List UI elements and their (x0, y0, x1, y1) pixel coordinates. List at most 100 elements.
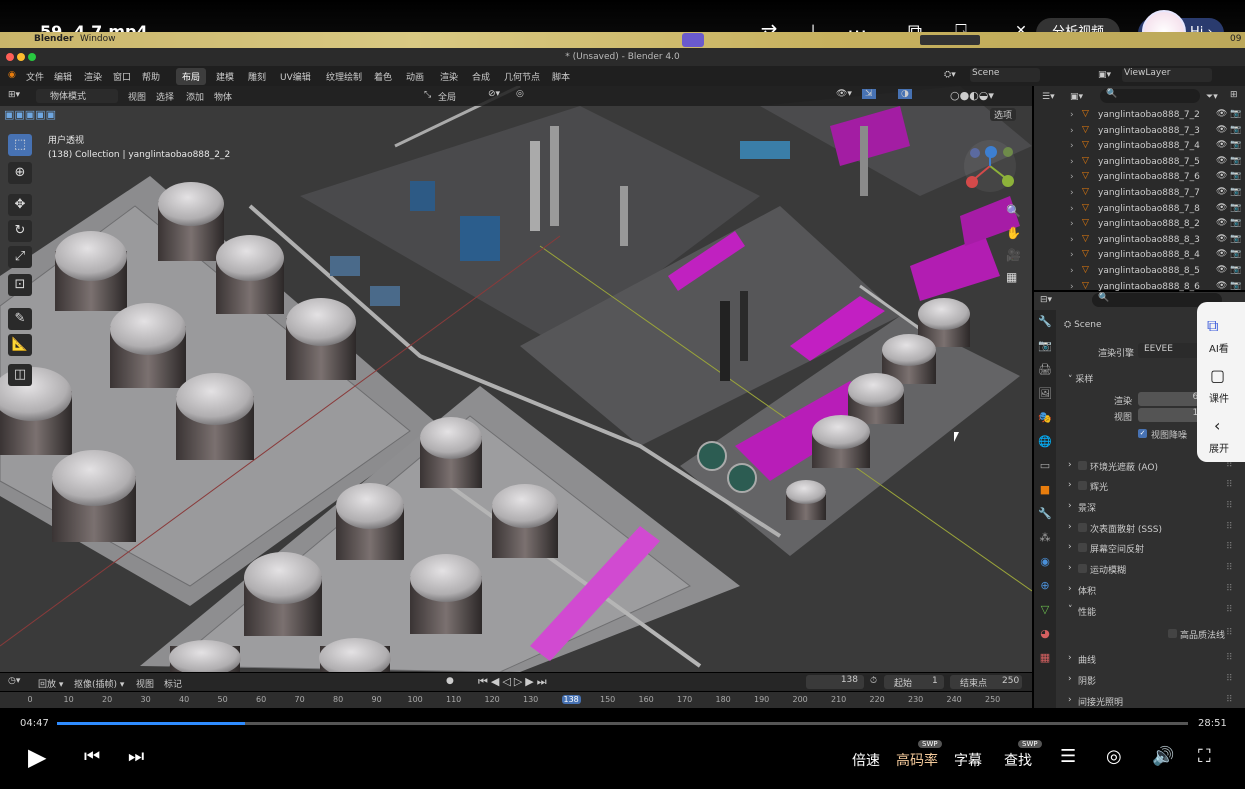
vp-menu-add[interactable]: 添加 (186, 90, 204, 103)
expand-arrow-icon[interactable]: › (1070, 282, 1074, 292)
property-section[interactable]: › 次表面散射 (SSS) ⠿ (1064, 522, 1244, 542)
subtitles-button[interactable]: 字幕 (954, 750, 982, 770)
ai-watch-icon[interactable]: ⧉ (1207, 316, 1218, 336)
vp-menu-select[interactable]: 选择 (156, 90, 174, 103)
outliner-item[interactable]: › ▽ yanglintaobao888_7_7 👁 📷 (1034, 186, 1245, 202)
select-box-icon[interactable]: ⬚ (8, 134, 32, 156)
start-frame-field[interactable]: 起始 1 (884, 675, 944, 689)
outliner-item[interactable]: › ▽ yanglintaobao888_8_3 👁 📷 (1034, 233, 1245, 249)
vp-menu-view[interactable]: 视图 (128, 90, 146, 103)
rotate-icon[interactable]: ↻ (8, 220, 32, 242)
tab-rendering[interactable]: 渲染 (440, 70, 458, 83)
transform-orientation[interactable]: 全局 (438, 90, 456, 103)
outliner-item[interactable]: › ▽ yanglintaobao888_7_2 👁 📷 (1034, 108, 1245, 124)
modifier-tab-icon[interactable]: 🔧 (1034, 502, 1056, 526)
world-tab-icon[interactable]: 🌐 (1034, 430, 1056, 454)
visibility-eye-icon[interactable]: 👁 (1216, 140, 1227, 150)
window-zoom-button[interactable] (28, 53, 36, 61)
property-section[interactable]: › 体积 ⠿ (1064, 584, 1244, 604)
outliner-item[interactable]: › ▽ yanglintaobao888_7_6 👁 📷 (1034, 170, 1245, 186)
property-section[interactable]: › 阴影 ⠿ (1064, 674, 1244, 694)
drag-handle-icon[interactable]: ⠿ (1226, 584, 1233, 594)
zoom-icon[interactable]: 🔍 (1006, 200, 1021, 222)
marker-menu[interactable]: 标记 (164, 677, 182, 690)
snap-icon[interactable]: ⊘▾ (488, 89, 500, 99)
options-dropdown[interactable]: 选项 (990, 108, 1017, 121)
camera-icon[interactable]: 🎥 (1006, 244, 1021, 266)
section-checkbox[interactable] (1078, 523, 1087, 532)
outliner-item[interactable]: › ▽ yanglintaobao888_7_8 👁 📷 (1034, 202, 1245, 218)
property-section[interactable]: › 景深 ⠿ (1064, 501, 1244, 521)
end-frame-field[interactable]: 结束点 250 (950, 675, 1022, 689)
bitrate-button[interactable]: SWP 高码率 (896, 740, 942, 770)
loop-icon[interactable]: ◎ (1106, 746, 1122, 767)
visibility-eye-icon[interactable]: 👁 (1216, 203, 1227, 213)
menu-window[interactable]: 窗口 (113, 70, 131, 83)
expand-arrow-icon[interactable]: › (1070, 266, 1074, 276)
expand-arrow-icon[interactable]: › (1070, 110, 1074, 120)
timeline-type-icon[interactable]: ◷▾ (8, 676, 20, 686)
tab-compositing[interactable]: 合成 (472, 70, 490, 83)
render-camera-icon[interactable]: 📷 (1230, 265, 1241, 275)
drag-handle-icon[interactable]: ⠿ (1226, 501, 1233, 511)
scene-selector-icon[interactable]: ⛭▾ (944, 70, 956, 80)
menu-help[interactable]: 帮助 (142, 70, 160, 83)
expand-arrow-icon[interactable]: › (1070, 235, 1074, 245)
visibility-eye-icon[interactable]: 👁 (1216, 218, 1227, 228)
volume-icon[interactable]: 🔊 (1152, 746, 1174, 767)
view-layer-tab-icon[interactable]: 🖼 (1034, 382, 1056, 406)
drag-handle-icon[interactable]: ⠿ (1226, 605, 1233, 615)
property-section[interactable]: › 曲线 ⠿ (1064, 653, 1244, 673)
material-tab-icon[interactable]: ◕ (1034, 622, 1056, 646)
outliner-item[interactable]: › ▽ yanglintaobao888_8_2 👁 📷 (1034, 217, 1245, 233)
next-icon[interactable]: ⏭ (128, 746, 144, 767)
section-checkbox[interactable] (1078, 543, 1087, 552)
tab-modeling[interactable]: 建模 (216, 70, 234, 83)
object-tab-icon[interactable]: ■ (1034, 478, 1056, 502)
overlay-toggle-icon[interactable]: ◑ (898, 89, 912, 99)
tool-tab-icon[interactable]: 🔧 (1034, 310, 1056, 334)
expand-chevron-icon[interactable]: ‹ (1214, 416, 1220, 435)
annotate-icon[interactable]: ✎ (8, 308, 32, 330)
drag-handle-icon[interactable]: ⠿ (1226, 480, 1233, 490)
courseware-icon[interactable]: ▢ (1210, 366, 1225, 385)
editor-type-icon[interactable]: ⊞▾ (8, 90, 20, 100)
measure-icon[interactable]: 📐 (8, 334, 32, 356)
sampling-header[interactable]: ˅ 采样 (1068, 372, 1093, 385)
drag-handle-icon[interactable]: ⠿ (1226, 542, 1233, 552)
new-collection-icon[interactable]: ⊞ (1230, 90, 1238, 100)
drag-handle-icon[interactable]: ⠿ (1226, 563, 1233, 573)
pan-hand-icon[interactable]: ✋ (1006, 222, 1021, 244)
shading-modes-icon[interactable]: ○●◐◒▾ (950, 89, 994, 102)
drag-handle-icon[interactable]: ⠿ (1226, 653, 1233, 663)
collection-tab-icon[interactable]: ▭ (1034, 454, 1056, 478)
property-section[interactable]: 高品质法线 ⠿ (1064, 628, 1244, 648)
playback-controls-icon[interactable]: ⏮◀◁▷▶⏭ (478, 675, 550, 689)
scale-icon[interactable]: ⤢ (8, 246, 32, 268)
menu-file[interactable]: 文件 (26, 70, 44, 83)
visibility-eye-icon[interactable]: 👁 (1216, 265, 1227, 275)
properties-type-icon[interactable]: ⊟▾ (1040, 295, 1052, 305)
mac-window-menu[interactable]: Window (80, 34, 116, 44)
visibility-eye-icon[interactable]: 👁 (1216, 187, 1227, 197)
render-camera-icon[interactable]: 📷 (1230, 156, 1241, 166)
tab-shading[interactable]: 着色 (374, 70, 392, 83)
expand-arrow-icon[interactable]: › (1070, 219, 1074, 229)
record-icon[interactable]: ● (446, 676, 454, 686)
ai-watch-button[interactable]: AI看 (1209, 340, 1229, 355)
expand-arrow-icon[interactable]: › (1070, 141, 1074, 151)
move-icon[interactable]: ✥ (8, 194, 32, 216)
outliner-item[interactable]: › ▽ yanglintaobao888_7_5 👁 📷 (1034, 155, 1245, 171)
visibility-icon[interactable]: 👁▾ (836, 89, 852, 99)
expand-button[interactable]: 展开 (1209, 440, 1229, 455)
render-camera-icon[interactable]: 📷 (1230, 234, 1241, 244)
menu-edit[interactable]: 编辑 (54, 70, 72, 83)
view-layer-selector[interactable]: ViewLayer (1122, 68, 1212, 82)
render-camera-icon[interactable]: 📷 (1230, 203, 1241, 213)
outliner-item[interactable]: › ▽ yanglintaobao888_8_4 👁 📷 (1034, 248, 1245, 264)
gizmo-toggle-icon[interactable]: ⇲ (862, 89, 876, 99)
tab-layout[interactable]: 布局 (176, 68, 207, 85)
visibility-eye-icon[interactable]: 👁 (1216, 234, 1227, 244)
vp-menu-object[interactable]: 物体 (214, 90, 232, 103)
expand-arrow-icon[interactable]: › (1070, 157, 1074, 167)
